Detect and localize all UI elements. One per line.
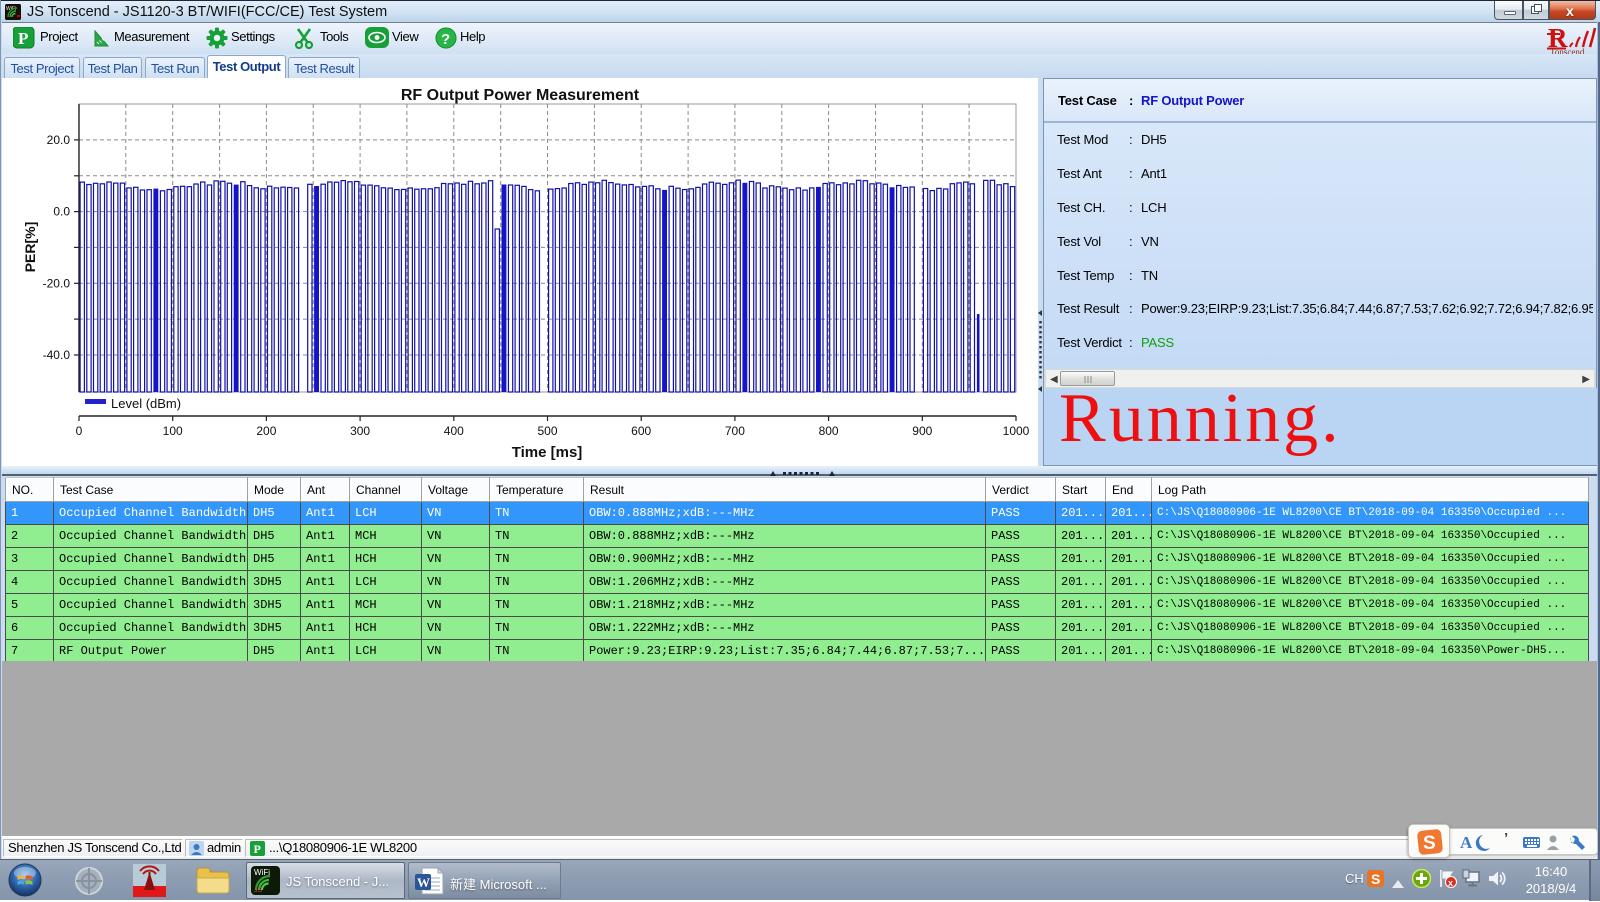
svg-text:300: 300 (350, 424, 370, 438)
svg-text:P: P (254, 842, 261, 856)
svg-text:0.0: 0.0 (53, 205, 70, 219)
svg-text:A: A (1460, 833, 1473, 852)
svg-text:500: 500 (537, 424, 557, 438)
svg-text:1000: 1000 (1003, 424, 1030, 438)
svg-text:700: 700 (725, 424, 745, 438)
svg-text:W: W (417, 875, 430, 890)
svg-text:RF Output Power Measurement: RF Output Power Measurement (401, 87, 640, 104)
svg-text:800: 800 (819, 424, 839, 438)
svg-text:200: 200 (256, 424, 276, 438)
svg-text:0: 0 (76, 424, 83, 438)
svg-text:600: 600 (631, 424, 651, 438)
svg-text:Time [ms]: Time [ms] (512, 444, 583, 461)
svg-text:S: S (1371, 871, 1380, 887)
svg-text:JS: JS (254, 887, 263, 894)
svg-text:20.0: 20.0 (47, 133, 71, 147)
svg-text:P: P (18, 29, 28, 48)
svg-text:x: x (1448, 878, 1453, 888)
svg-text:Level (dBm): Level (dBm) (111, 396, 181, 411)
svg-text:’: ’ (1504, 831, 1508, 847)
svg-text:-40.0: -40.0 (43, 348, 71, 362)
svg-text:900: 900 (912, 424, 932, 438)
svg-text:?: ? (441, 31, 450, 48)
svg-text:100: 100 (163, 424, 183, 438)
svg-text:S: S (1423, 833, 1436, 854)
svg-text:PER[%]: PER[%] (22, 222, 38, 273)
svg-text:-20.0: -20.0 (43, 276, 71, 290)
svg-text:400: 400 (444, 424, 464, 438)
